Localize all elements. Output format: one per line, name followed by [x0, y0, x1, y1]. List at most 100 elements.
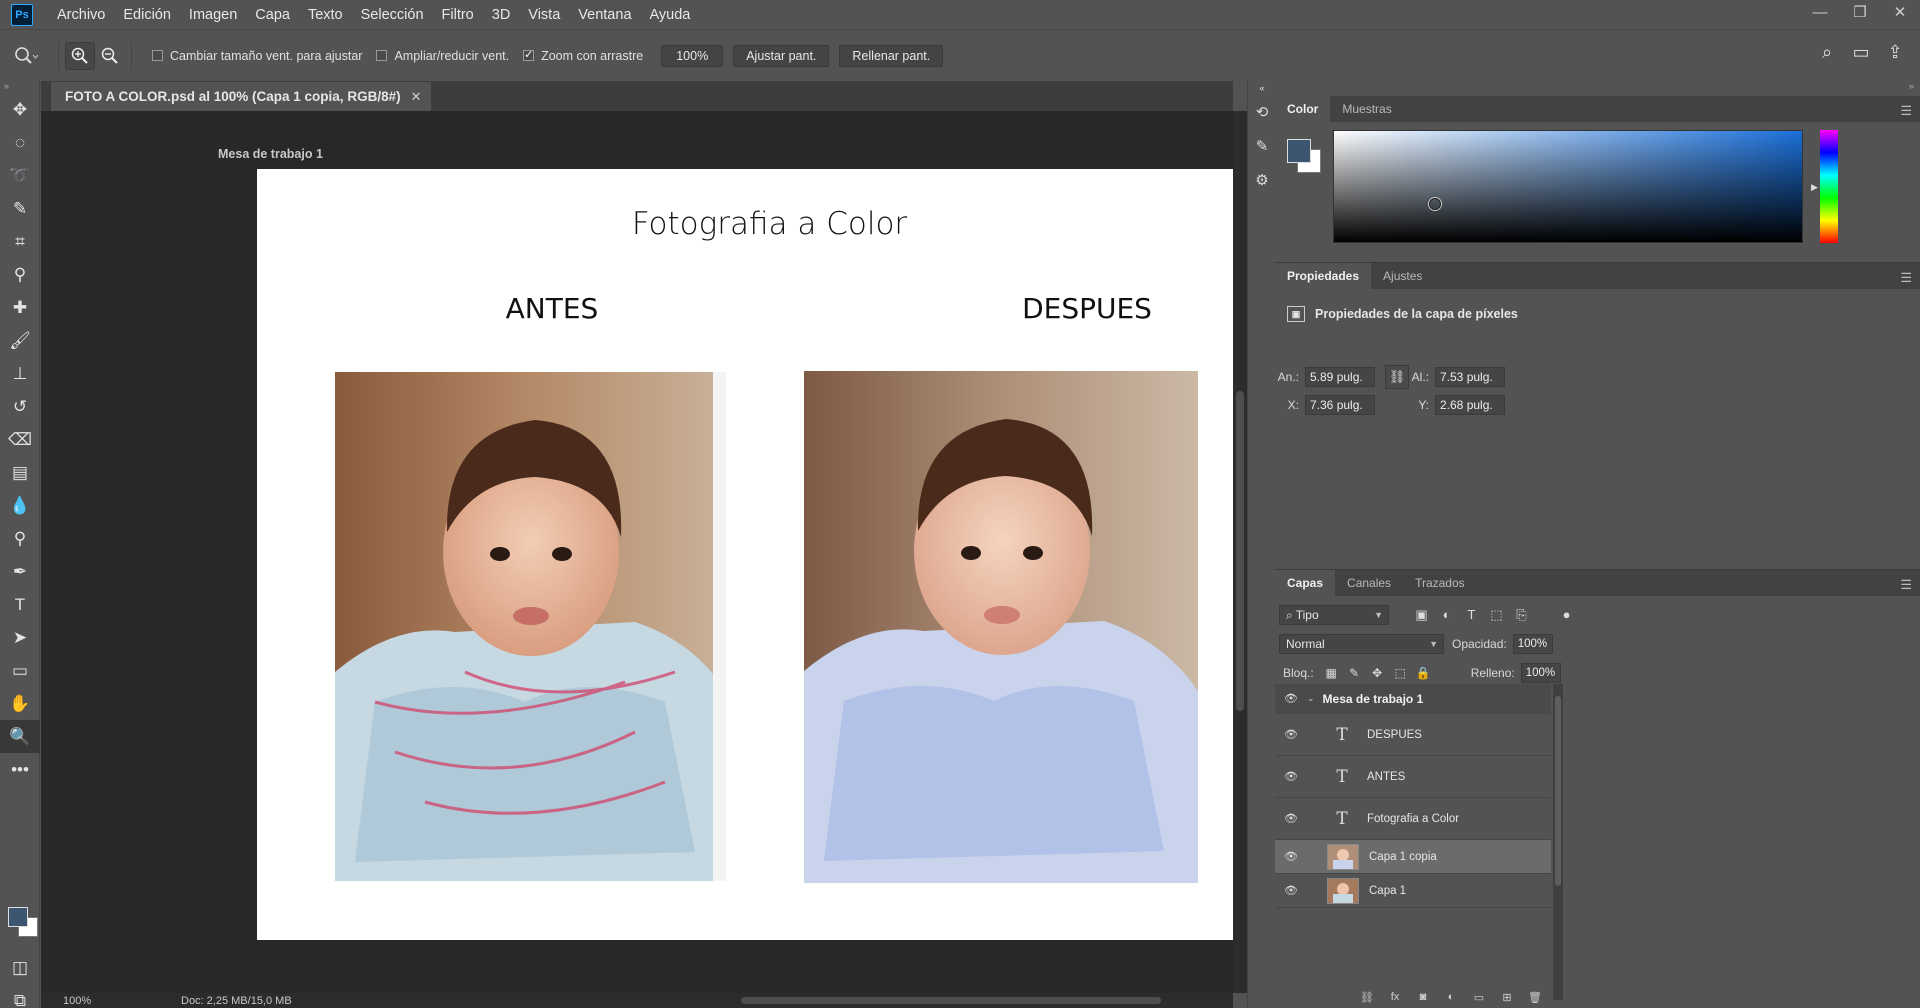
lock-position-icon[interactable]: ✥ [1366, 666, 1389, 680]
zoom-in-button[interactable] [65, 41, 95, 70]
expand-dock-icon[interactable]: « [1248, 81, 1276, 95]
menu-archivo[interactable]: Archivo [57, 7, 105, 23]
layer-filter-dropdown[interactable]: ⌕ Tipo ▼ [1279, 605, 1389, 625]
restore-icon[interactable]: ❐ [1840, 0, 1880, 24]
zoom-out-button[interactable] [95, 42, 125, 70]
visibility-eye-icon[interactable]: 👁 [1275, 728, 1307, 741]
layer-group-row[interactable]: 👁 ⌄ Mesa de trabajo 1 [1275, 684, 1551, 714]
healing-brush-tool-icon[interactable]: ✚ [0, 291, 40, 324]
checkbox-box-checked[interactable] [523, 48, 535, 61]
pen-tool-icon[interactable]: ✒ [0, 555, 40, 588]
scrollbar-thumb[interactable] [1236, 391, 1244, 711]
quick-mask-icon[interactable]: ◫ [0, 951, 40, 984]
collapse-panels-icon[interactable]: » [1275, 81, 1920, 95]
visibility-eye-icon[interactable]: 👁 [1275, 692, 1307, 705]
color-field[interactable] [1333, 130, 1803, 243]
history-brush-tool-icon[interactable]: ↺ [0, 390, 40, 423]
zoom-level-field[interactable]: 100% [661, 44, 724, 67]
filter-toggle-icon[interactable]: ● [1554, 607, 1579, 623]
search-icon[interactable]: ⌕ [1810, 42, 1844, 63]
color-picker-cursor[interactable] [1429, 198, 1441, 210]
visibility-eye-icon[interactable]: 👁 [1275, 812, 1307, 825]
rectangle-tool-icon[interactable]: ▭ [0, 654, 40, 687]
adjustment-layer-icon[interactable]: ◐ [1437, 991, 1465, 1008]
tab-paths[interactable]: Trazados [1403, 570, 1477, 596]
link-layers-icon[interactable]: ⛓ [1353, 991, 1381, 1008]
fill-screen-button[interactable]: Rellenar pant. [839, 44, 944, 67]
lock-image-icon[interactable]: ✎ [1343, 666, 1366, 680]
menu-imagen[interactable]: Imagen [189, 7, 237, 23]
tab-adjustments[interactable]: Ajustes [1371, 263, 1434, 289]
lock-artboard-icon[interactable]: ⬚ [1389, 666, 1412, 680]
share-icon[interactable]: ⇪ [1878, 42, 1912, 63]
resize-windows-checkbox[interactable]: Cambiar tamaño vent. para ajustar [152, 49, 362, 63]
gradient-tool-icon[interactable]: ▤ [0, 456, 40, 489]
crop-tool-icon[interactable]: ⌗ [0, 225, 40, 258]
new-group-icon[interactable]: ▭ [1465, 991, 1493, 1008]
layer-row[interactable]: 👁 T Fotografia a Color [1275, 798, 1551, 840]
menu-filtro[interactable]: Filtro [442, 7, 474, 23]
width-input[interactable]: 5.89 pulg. [1305, 367, 1375, 387]
menu-ventana[interactable]: Ventana [578, 7, 631, 23]
tab-swatches[interactable]: Muestras [1330, 96, 1403, 122]
visibility-eye-icon[interactable]: 👁 [1275, 770, 1307, 783]
close-document-icon[interactable]: ✕ [411, 89, 422, 105]
filter-pixel-icon[interactable]: ▣ [1409, 607, 1434, 623]
artboard-label[interactable]: Mesa de trabajo 1 [218, 147, 323, 161]
tab-channels[interactable]: Canales [1335, 570, 1403, 596]
dodge-tool-icon[interactable]: ⚲ [0, 522, 40, 555]
type-tool-icon[interactable]: T [0, 588, 40, 621]
minimize-icon[interactable]: — [1800, 0, 1840, 24]
adjustments-panel-icon[interactable]: ⚙ [1248, 163, 1276, 197]
tab-properties[interactable]: Propiedades [1275, 263, 1372, 289]
menu-edicion[interactable]: Edición [123, 7, 171, 23]
blend-mode-dropdown[interactable]: Normal ▼ [1279, 634, 1444, 654]
eraser-tool-icon[interactable]: ⌫ [0, 423, 40, 456]
visibility-eye-icon[interactable]: 👁 [1275, 850, 1307, 863]
menu-3d[interactable]: 3D [492, 7, 511, 23]
filter-adjustment-icon[interactable]: ◐ [1434, 607, 1459, 623]
chevron-down-icon[interactable]: ⌄ [1307, 693, 1315, 704]
layers-scrollbar[interactable] [1553, 684, 1563, 1000]
hue-slider-handle[interactable]: ▶ [1811, 182, 1818, 193]
marquee-tool-icon[interactable]: ◌ [0, 126, 40, 159]
layer-row[interactable]: 👁 T ANTES [1275, 756, 1551, 798]
lock-transparent-icon[interactable]: ▦ [1320, 666, 1343, 680]
layer-row[interactable]: 👁 T DESPUES [1275, 714, 1551, 756]
visibility-eye-icon[interactable]: 👁 [1275, 884, 1307, 897]
layer-style-icon[interactable]: fx [1381, 991, 1409, 1008]
document-tab[interactable]: FOTO A COLOR.psd al 100% (Capa 1 copia, … [51, 82, 432, 111]
tab-layers[interactable]: Capas [1275, 570, 1336, 596]
panel-menu-icon[interactable]: ☰ [1900, 577, 1912, 593]
layer-row-selected[interactable]: 👁 Capa 1 copia [1275, 840, 1551, 874]
scrollbar-thumb[interactable] [741, 997, 1161, 1004]
x-input[interactable]: 7.36 pulg. [1305, 395, 1375, 415]
panel-menu-icon[interactable]: ☰ [1900, 270, 1912, 286]
clone-stamp-tool-icon[interactable]: ⊥ [0, 357, 40, 390]
quick-selection-tool-icon[interactable]: ✎ [0, 192, 40, 225]
collapse-toolbar-icon[interactable]: » [0, 81, 39, 93]
tab-color[interactable]: Color [1275, 96, 1331, 122]
zoom-all-windows-checkbox[interactable]: Ampliar/reducir vent. [376, 49, 509, 63]
checkbox-box[interactable] [376, 50, 388, 61]
history-panel-icon[interactable]: ⟲ [1248, 95, 1276, 129]
close-icon[interactable]: ✕ [1880, 0, 1920, 24]
hand-tool-icon[interactable]: ✋ [0, 687, 40, 720]
menu-capa[interactable]: Capa [255, 7, 290, 23]
layer-row[interactable]: 👁 Capa 1 [1275, 874, 1551, 908]
tool-preset-picker[interactable] [0, 46, 52, 66]
workspace-icon[interactable]: ▭ [1844, 42, 1878, 63]
screen-mode-icon[interactable]: ⧉ [0, 984, 40, 1008]
brush-settings-icon[interactable]: ✎ [1248, 129, 1276, 163]
menu-ayuda[interactable]: Ayuda [650, 7, 691, 23]
opacity-input[interactable]: 100% [1512, 634, 1553, 654]
add-mask-icon[interactable]: ◙ [1409, 991, 1437, 1008]
delete-layer-icon[interactable]: 🗑 [1521, 991, 1549, 1008]
brush-tool-icon[interactable]: 🖌 [0, 324, 40, 357]
foreground-color-swatch[interactable] [1287, 139, 1311, 163]
eyedropper-tool-icon[interactable]: ⚲ [0, 258, 40, 291]
new-layer-icon[interactable]: ⊞ [1493, 991, 1521, 1008]
lock-all-icon[interactable]: 🔒 [1412, 666, 1435, 680]
move-tool-icon[interactable]: ✥ [0, 93, 40, 126]
menu-seleccion[interactable]: Selección [361, 7, 424, 23]
